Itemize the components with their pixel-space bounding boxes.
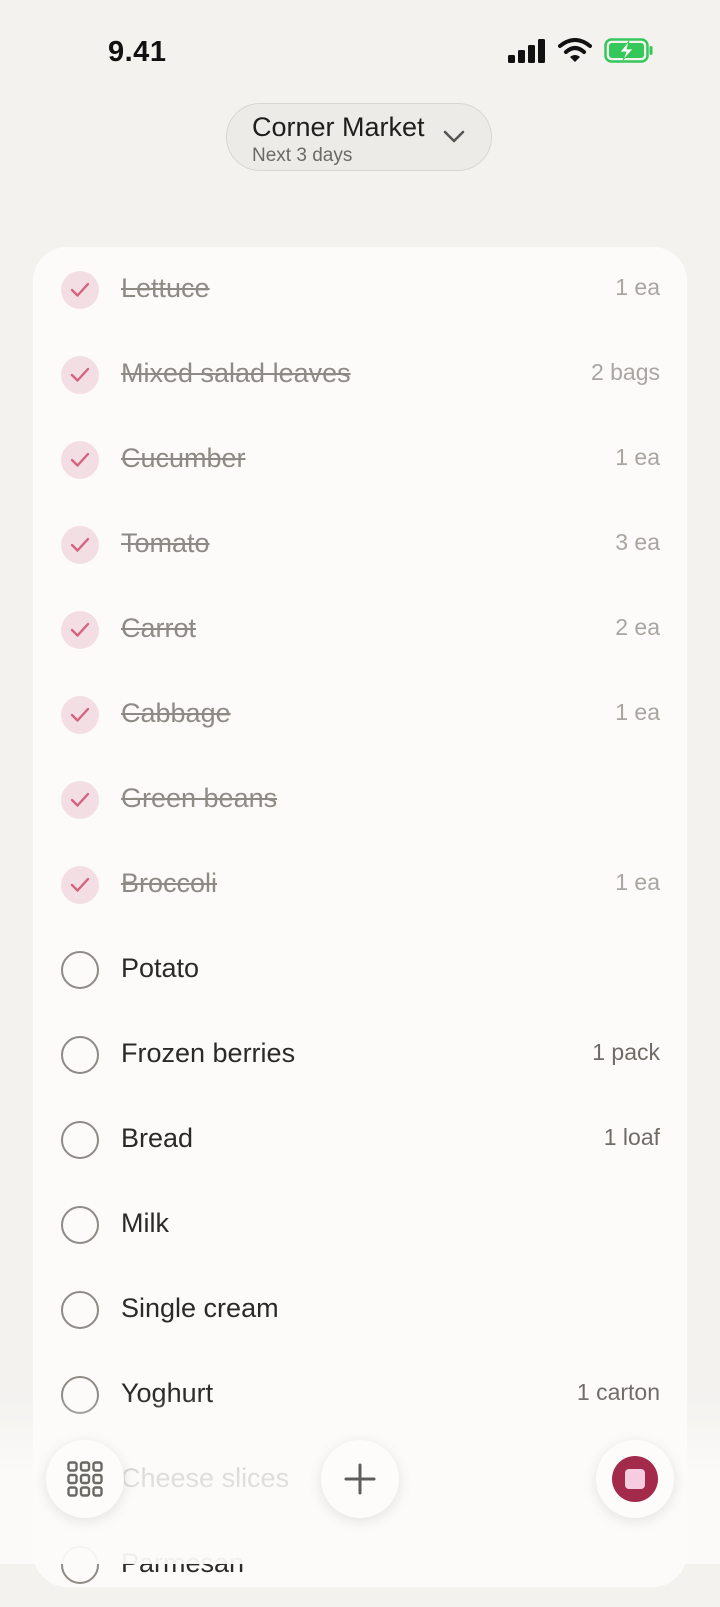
list-item[interactable]: Tomato 3 ea — [33, 502, 687, 587]
list-item[interactable]: Yoghurt 1 carton — [33, 1352, 687, 1437]
list-item[interactable]: Broccoli 1 ea — [33, 842, 687, 927]
status-time: 9.41 — [108, 36, 167, 68]
item-name: Potato — [121, 953, 200, 983]
item-name: Cheese slices — [121, 1463, 290, 1493]
list-item[interactable]: Single cream — [33, 1267, 687, 1352]
item-name: Broccoli — [121, 868, 218, 898]
status-icons — [508, 38, 654, 63]
list-item[interactable]: Cabbage 1 ea — [33, 672, 687, 757]
item-name: Carrot — [121, 613, 197, 643]
store-selector[interactable]: Corner Market Next 3 days — [226, 103, 492, 171]
item-name: Mixed salad leaves — [121, 358, 351, 388]
item-quantity: 2 ea — [615, 614, 660, 640]
checkmark-icon — [70, 537, 90, 552]
item-quantity: 1 loaf — [603, 1124, 660, 1150]
list-item[interactable]: Carrot 2 ea — [33, 587, 687, 672]
store-name: Corner Market — [252, 112, 425, 142]
item-name: Frozen berries — [121, 1038, 296, 1068]
stop-shopping-button[interactable] — [596, 1440, 674, 1518]
list-item[interactable]: Green beans — [33, 757, 687, 842]
list-item[interactable]: Frozen berries 1 pack — [33, 1012, 687, 1097]
item-name: Green beans — [121, 783, 278, 813]
checked-checkbox[interactable] — [61, 356, 99, 394]
checked-checkbox[interactable] — [61, 696, 99, 734]
checkmark-icon — [70, 622, 90, 637]
item-name: Lettuce — [121, 273, 210, 303]
grid-icon — [67, 1461, 103, 1497]
item-quantity: 1 ea — [615, 444, 660, 470]
stop-icon — [612, 1456, 658, 1502]
checked-checkbox[interactable] — [61, 611, 99, 649]
unchecked-checkbox[interactable] — [61, 1546, 99, 1584]
wifi-icon — [558, 38, 592, 62]
checked-checkbox[interactable] — [61, 866, 99, 904]
unchecked-checkbox[interactable] — [61, 1036, 99, 1074]
checked-checkbox[interactable] — [61, 441, 99, 479]
unchecked-checkbox[interactable] — [61, 1376, 99, 1414]
battery-charging-icon — [604, 38, 653, 63]
grid-view-button[interactable] — [46, 1440, 124, 1518]
list-item[interactable]: Cucumber 1 ea — [33, 417, 687, 502]
checkmark-icon — [70, 707, 90, 722]
list-item[interactable]: Mixed salad leaves 2 bags — [33, 332, 687, 417]
checkmark-icon — [70, 367, 90, 382]
item-quantity: 3 ea — [615, 529, 660, 555]
list-item[interactable]: Potato — [33, 927, 687, 1012]
item-name: Milk — [121, 1208, 169, 1238]
plus-icon — [344, 1463, 376, 1495]
list-item[interactable]: Milk — [33, 1182, 687, 1267]
add-item-button[interactable] — [321, 1440, 399, 1518]
chevron-down-icon — [443, 130, 465, 143]
checkmark-icon — [70, 792, 90, 807]
shopping-list: Lettuce 1 ea Mixed salad leaves 2 bags Cucum… — [33, 247, 687, 1587]
list-item[interactable]: Bread 1 loaf — [33, 1097, 687, 1182]
checked-checkbox[interactable] — [61, 271, 99, 309]
checkmark-icon — [70, 452, 90, 467]
item-name: Bread — [121, 1123, 194, 1153]
status-bar: 9.41 — [0, 0, 720, 100]
checked-checkbox[interactable] — [61, 781, 99, 819]
item-name: Yoghurt — [121, 1378, 214, 1408]
store-timeframe: Next 3 days — [252, 145, 353, 166]
item-quantity: 1 pack — [592, 1039, 660, 1065]
item-name: Cabbage — [121, 698, 231, 728]
checkmark-icon — [70, 282, 90, 297]
item-quantity: 1 ea — [615, 699, 660, 725]
stop-square — [625, 1469, 645, 1489]
unchecked-checkbox[interactable] — [61, 1291, 99, 1329]
list-item[interactable]: Parmesan — [33, 1522, 687, 1607]
item-name: Tomato — [121, 528, 210, 558]
item-name: Single cream — [121, 1293, 279, 1323]
item-quantity: 1 carton — [576, 1379, 660, 1405]
item-quantity: 1 ea — [615, 274, 660, 300]
list-item[interactable]: Lettuce 1 ea — [33, 247, 687, 332]
checked-checkbox[interactable] — [61, 526, 99, 564]
cellular-signal-icon — [508, 38, 545, 63]
checkmark-icon — [70, 877, 90, 892]
unchecked-checkbox[interactable] — [61, 1121, 99, 1159]
unchecked-checkbox[interactable] — [61, 951, 99, 989]
item-name: Cucumber — [121, 443, 246, 473]
item-quantity: 2 bags — [590, 359, 660, 385]
unchecked-checkbox[interactable] — [61, 1206, 99, 1244]
item-quantity: 1 ea — [615, 869, 660, 895]
